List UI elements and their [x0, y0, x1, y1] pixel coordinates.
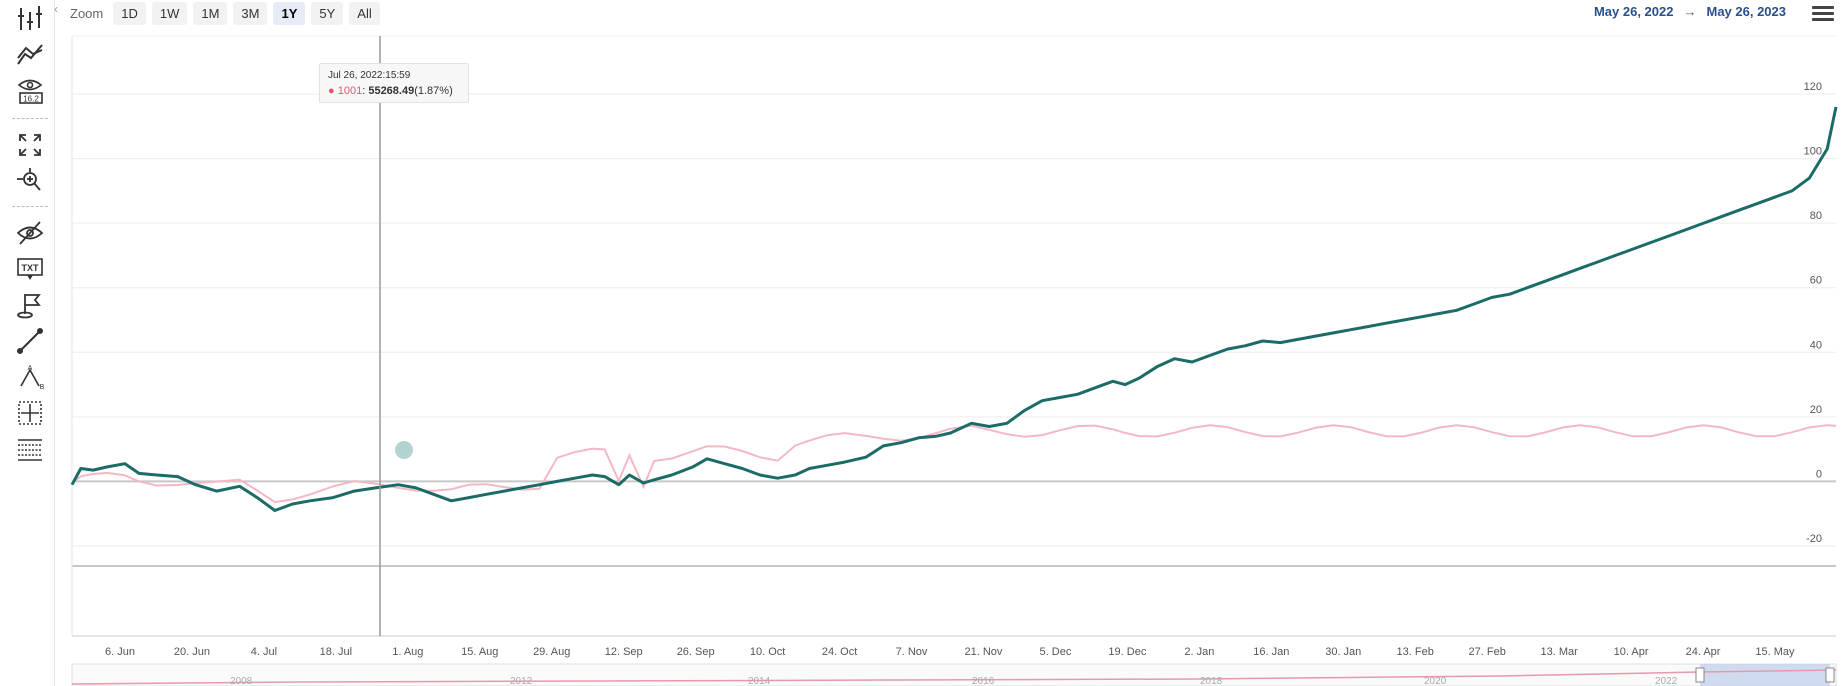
navigator-year-label: 2018: [1200, 676, 1223, 686]
navigator-year-label: 2020: [1424, 676, 1447, 686]
x-tick-label: 5. Dec: [1040, 646, 1072, 658]
tooltip-date: Jul 26, 2022:15:59: [328, 70, 411, 81]
main-series-line: [70, 106, 1838, 512]
navigator-year-label: 2014: [748, 676, 771, 686]
tooltip: Jul 26, 2022:15:59 ● 1001: 55268.49(1.87…: [319, 63, 469, 103]
x-tick-label: 24. Apr: [1686, 646, 1721, 658]
y-tick-label: 80: [1810, 210, 1822, 222]
comparison-series-line: [71, 424, 1837, 504]
x-tick-label: 1. Aug: [392, 646, 423, 658]
x-tick-label: 6. Jun: [105, 646, 135, 658]
tooltip-symbol: 1001: [337, 85, 363, 97]
navigator-year-label: 2022: [1655, 676, 1678, 686]
x-tick-label: 13. Feb: [1397, 646, 1434, 658]
y-tick-label: 0: [1816, 468, 1822, 480]
tooltip-value: 55268.49: [368, 85, 415, 97]
x-tick-label: 4. Jul: [251, 646, 277, 658]
x-tick-label: 24. Oct: [822, 646, 857, 658]
x-tick-label: 16. Jan: [1253, 646, 1289, 658]
x-tick-label: 26. Sep: [677, 646, 715, 658]
x-tick-label: 2. Jan: [1184, 646, 1214, 658]
navigator-year-label: 2008: [230, 676, 253, 686]
x-tick-label: 12. Sep: [605, 646, 643, 658]
x-tick-label: 27. Feb: [1469, 646, 1506, 658]
x-tick-label: 21. Nov: [965, 646, 1003, 658]
y-tick-label: 100: [1804, 146, 1822, 158]
navigator-year-label: 2012: [510, 676, 533, 686]
x-tick-label: 7. Nov: [896, 646, 928, 658]
x-tick-label: 30. Jan: [1325, 646, 1361, 658]
x-tick-label: 10. Apr: [1614, 646, 1649, 658]
hover-marker: [395, 441, 413, 459]
y-tick-label: 60: [1810, 275, 1822, 287]
navigator-selection: [1700, 664, 1830, 686]
x-tick-label: 10. Oct: [750, 646, 785, 658]
y-tick-label: 20: [1810, 404, 1822, 416]
y-tick-label: 120: [1804, 81, 1822, 93]
price-chart[interactable]: 120 100 80 60 40 20 0 -20 6. Jun 20. Jun 4. Jul 18.…: [0, 0, 1842, 686]
x-tick-label: 29. Aug: [533, 646, 570, 658]
x-tick-label: 19. Dec: [1108, 646, 1146, 658]
x-tick-label: 13. Mar: [1540, 646, 1578, 658]
series-dot-icon: ●: [328, 85, 335, 97]
tooltip-change: (1.87%): [414, 85, 453, 97]
navigator-right-handle[interactable]: [1825, 667, 1835, 683]
y-tick-label: -20: [1806, 533, 1822, 545]
y-tick-label: 40: [1810, 339, 1822, 351]
x-tick-label: 20. Jun: [174, 646, 210, 658]
navigator-left-handle[interactable]: [1695, 667, 1705, 683]
x-tick-label: 15. Aug: [461, 646, 498, 658]
x-tick-label: 18. Jul: [320, 646, 352, 658]
navigator-year-label: 2016: [972, 676, 995, 686]
x-tick-label: 15. May: [1755, 646, 1795, 658]
